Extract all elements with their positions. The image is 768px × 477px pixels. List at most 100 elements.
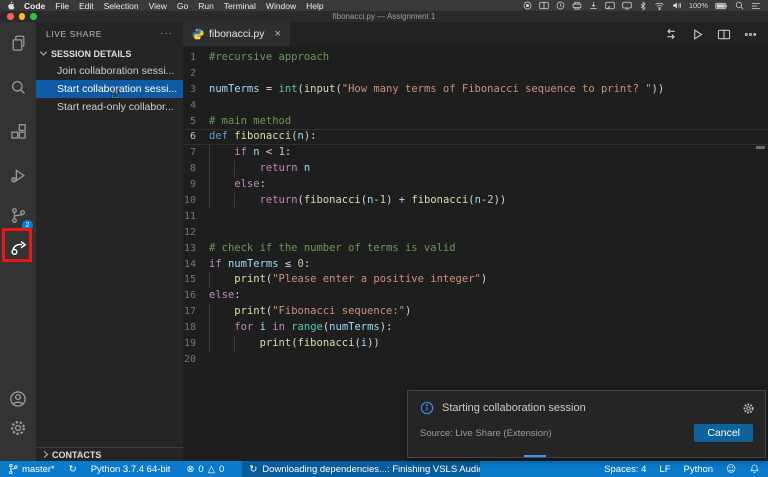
line-number: 7	[183, 145, 209, 161]
session-items: Join collaboration sessi...Start collabo…	[36, 62, 183, 116]
menu-item[interactable]: Code	[24, 1, 45, 11]
indent-guide	[209, 304, 234, 320]
menu-item[interactable]: View	[149, 1, 167, 11]
line-number: 15	[183, 272, 209, 288]
mouse-cursor: ☝	[111, 86, 120, 102]
notification-settings-gear-icon[interactable]	[742, 402, 755, 415]
problems-item[interactable]: ⊗ 0 △ 0	[186, 464, 224, 475]
chevron-right-icon	[41, 451, 48, 458]
code-line[interactable]: 9 else:	[183, 177, 768, 193]
code-line[interactable]: 18 for i in range(numTerms):	[183, 320, 768, 336]
indentation-item[interactable]: Spaces: 4	[604, 464, 646, 475]
code-line[interactable]: 6def fibonacci(n):	[183, 129, 768, 145]
line-number: 6	[183, 129, 209, 145]
spotlight-search-icon[interactable]	[735, 1, 744, 10]
close-window-button[interactable]	[7, 13, 14, 20]
feedback-smiley-icon[interactable]: ☺	[726, 464, 736, 475]
menubar-status-icons: 100%	[523, 1, 761, 11]
screen-mirroring-icon[interactable]	[605, 1, 615, 10]
line-number: 19	[183, 336, 209, 352]
extensions-icon[interactable]	[0, 116, 36, 146]
explorer-icon[interactable]	[0, 28, 36, 58]
minimize-window-button[interactable]	[19, 13, 26, 20]
menu-item[interactable]: Go	[177, 1, 188, 11]
code-line[interactable]: 19 print(fibonacci(i))	[183, 336, 768, 352]
warning-icon: △	[208, 464, 215, 475]
tab-bar: fibonacci.py ×	[183, 22, 768, 46]
clock-icon[interactable]	[556, 1, 565, 10]
window-icon[interactable]	[539, 1, 549, 10]
battery-percent-label: 100%	[689, 1, 708, 10]
contacts-header[interactable]: CONTACTS	[36, 447, 183, 461]
printer-icon[interactable]	[572, 1, 582, 10]
code-line[interactable]: 12	[183, 225, 768, 241]
code-line[interactable]: 20	[183, 352, 768, 368]
menu-item[interactable]: Terminal	[224, 1, 256, 11]
line-number: 12	[183, 225, 209, 241]
menu-item[interactable]: Window	[266, 1, 296, 11]
download-icon[interactable]	[589, 1, 598, 10]
code-editor[interactable]: 1#recursive approach23numTerms = int(inp…	[183, 46, 768, 368]
code-line[interactable]: 16else:	[183, 288, 768, 304]
session-item[interactable]: Join collaboration sessi...	[36, 62, 183, 80]
more-actions-icon[interactable]	[744, 28, 757, 41]
line-number: 14	[183, 257, 209, 273]
code-line[interactable]: 4	[183, 98, 768, 114]
overview-ruler-cursor-mark	[756, 146, 765, 149]
more-actions-icon[interactable]: ···	[160, 28, 173, 39]
code-line[interactable]: 14if numTerms ≤ 0:	[183, 257, 768, 273]
sync-icon[interactable]: ↻	[69, 464, 77, 475]
live-share-sidebar: LIVE SHARE ··· SESSION DETAILS Join coll…	[36, 22, 183, 461]
menu-item[interactable]: Edit	[79, 1, 94, 11]
tab-fibonacci[interactable]: fibonacci.py ×	[183, 22, 290, 46]
session-item[interactable]: Start read-only collabor...	[36, 98, 183, 116]
code-lines: 1#recursive approach23numTerms = int(inp…	[183, 50, 768, 368]
settings-gear-icon[interactable]	[0, 413, 36, 443]
session-item[interactable]: Start collaboration sessi...	[36, 80, 183, 98]
search-icon[interactable]	[0, 72, 36, 102]
close-tab-icon[interactable]: ×	[274, 28, 280, 40]
cancel-button[interactable]: Cancel	[694, 424, 753, 442]
apple-logo-icon[interactable]	[7, 1, 15, 10]
line-number: 10	[183, 193, 209, 209]
record-icon[interactable]	[523, 1, 532, 10]
code-line[interactable]: 10 return(fibonacci(n-1) + fibonacci(n-2…	[183, 193, 768, 209]
menu-item[interactable]: Help	[306, 1, 323, 11]
menu-item[interactable]: Selection	[104, 1, 139, 11]
display-icon[interactable]	[622, 1, 632, 10]
zoom-window-button[interactable]	[30, 13, 37, 20]
indent-guide	[234, 336, 259, 352]
code-line[interactable]: 11	[183, 209, 768, 225]
code-line[interactable]: 3numTerms = int(input("How many terms of…	[183, 82, 768, 98]
line-number: 17	[183, 304, 209, 320]
menu-item[interactable]: File	[55, 1, 69, 11]
code-line[interactable]: 13# check if the number of terms is vali…	[183, 241, 768, 257]
control-center-icon[interactable]	[751, 2, 761, 10]
code-line[interactable]: 1#recursive approach	[183, 50, 768, 66]
eol-item[interactable]: LF	[659, 464, 670, 475]
run-debug-icon[interactable]	[0, 160, 36, 190]
run-python-file-button[interactable]	[691, 28, 704, 41]
code-line[interactable]: 15 print("Please enter a positive intege…	[183, 272, 768, 288]
git-branch-item[interactable]: master*	[8, 463, 55, 475]
python-interpreter-item[interactable]: Python 3.7.4 64-bit	[91, 464, 171, 475]
menu-item[interactable]: Run	[198, 1, 214, 11]
line-number: 13	[183, 241, 209, 257]
notifications-bell-icon[interactable]	[749, 463, 760, 475]
code-line[interactable]: 17 print("Fibonacci sequence:")	[183, 304, 768, 320]
source-control-icon[interactable]: 2	[0, 200, 36, 230]
split-editor-icon[interactable]	[717, 28, 731, 41]
code-line[interactable]: 8 return n	[183, 161, 768, 177]
wifi-icon[interactable]	[654, 1, 665, 10]
language-mode-item[interactable]: Python	[684, 464, 714, 475]
account-icon[interactable]	[0, 384, 36, 414]
volume-icon[interactable]	[672, 1, 682, 10]
progress-status-item[interactable]: ↻ Downloading dependencies...: Finishing…	[242, 461, 480, 477]
open-changes-icon[interactable]	[664, 27, 678, 41]
code-line[interactable]: 2	[183, 66, 768, 82]
session-details-header[interactable]: SESSION DETAILS	[36, 45, 183, 62]
indent-guide	[209, 145, 234, 161]
code-line[interactable]: 5# main method	[183, 114, 768, 130]
bluetooth-icon[interactable]	[639, 1, 647, 11]
code-line[interactable]: 7 if n < 1:	[183, 145, 768, 161]
